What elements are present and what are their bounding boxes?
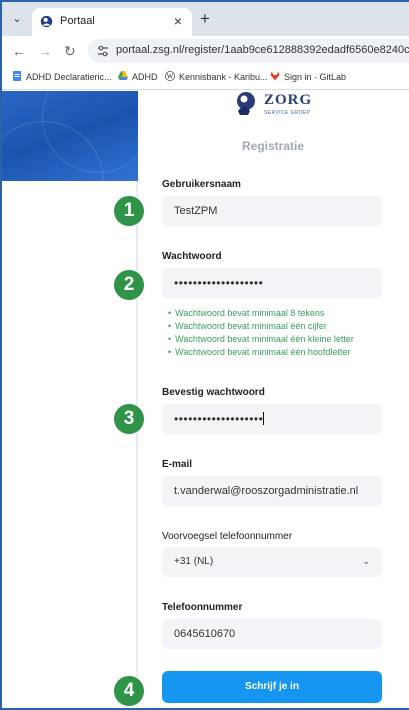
logo-subtitle: SERVICE GROEP (264, 110, 311, 116)
browser-tab[interactable]: Portaal × (32, 8, 192, 36)
phone-prefix-select[interactable]: +31 (NL) ⌄ (162, 547, 382, 577)
tab-search-chevron-icon[interactable]: ⌄ (8, 10, 26, 28)
browser-toolbar: ← → ↻ portaal.zsg.nl/register/1aab9ce612… (2, 36, 409, 66)
phone-input[interactable]: 0645610670 (162, 619, 382, 649)
register-button[interactable]: Schrijf je in (162, 671, 382, 703)
bookmark-adhd-declaratie[interactable]: ADHD Declaratieric... (12, 71, 112, 82)
step-badge-4: 4 (114, 676, 144, 706)
google-drive-icon (118, 71, 128, 80)
bookmark-gitlab[interactable]: Sign in · GitLab (270, 71, 346, 82)
password-rule: Wachtwoord bevat minimaal één kleine let… (168, 333, 354, 346)
panel-divider (136, 181, 138, 708)
address-bar[interactable]: portaal.zsg.nl/register/1aab9ce612888392… (88, 39, 409, 63)
document-icon (13, 71, 21, 81)
email-input[interactable]: t.vanderwal@rooszorgadministratie.nl (162, 476, 382, 506)
password-rule: Wachtwoord bevat minimaal 8 tekens (168, 307, 354, 320)
bookmark-label: ADHD (132, 72, 158, 82)
bookmarks-bar: ADHD Declaratieric... ADHD W Kennisbank -… (2, 66, 409, 90)
password-input[interactable]: ••••••••••••••••••• (162, 268, 382, 298)
password-rule: Wachtwoord bevat minimaal één cijfer (168, 320, 354, 333)
new-tab-button[interactable]: + (200, 10, 210, 28)
gitlab-icon (270, 71, 280, 81)
phone-label: Telefoonnummer (162, 602, 243, 613)
confirm-password-value: ••••••••••••••••••• (174, 412, 264, 426)
step-badge-3: 3 (114, 404, 144, 434)
confirm-password-input[interactable]: ••••••••••••••••••• (162, 404, 382, 434)
password-label: Wachtwoord (162, 251, 222, 262)
site-info-icon[interactable] (96, 44, 110, 58)
browser-window: ⌄ Portaal × + ← → ↻ portaal.zsg.nl/regis… (0, 0, 409, 710)
email-label: E-mail (162, 459, 193, 470)
bookmark-label: Sign in · GitLab (284, 72, 347, 82)
phone-prefix-label: Voorvoegsel telefoonnummer (162, 531, 293, 542)
page-title: Registratie (242, 139, 305, 153)
text-caret (263, 412, 265, 425)
reload-icon[interactable]: ↻ (64, 43, 76, 59)
url-text: portaal.zsg.nl/register/1aab9ce612888392… (116, 44, 409, 56)
wikipedia-icon: W (165, 71, 175, 81)
username-input[interactable]: TestZPM (162, 196, 382, 226)
tab-close-icon[interactable]: × (174, 13, 182, 29)
back-arrow-icon[interactable]: ← (12, 43, 26, 59)
password-rule: Wachtwoord bevat minimaal één hoofdlette… (168, 346, 354, 359)
tab-title: Portaal (60, 15, 95, 27)
username-label: Gebruikersnaam (162, 179, 241, 190)
registration-page: ZORG SERVICE GROEP Registratie Gebruiker… (2, 91, 409, 708)
zorg-logo-icon (237, 92, 255, 115)
confirm-password-label: Bevestig wachtwoord (162, 387, 265, 398)
portaal-favicon-icon (40, 15, 53, 28)
bookmark-label: ADHD Declaratieric... (26, 72, 112, 82)
hero-background (2, 91, 138, 181)
chevron-down-icon: ⌄ (362, 556, 370, 566)
forward-arrow-icon[interactable]: → (38, 43, 52, 59)
logo-name: ZORG (264, 92, 313, 108)
step-badge-2: 2 (114, 270, 144, 300)
bookmark-kennisbank[interactable]: W Kennisbank - Karibu... (165, 71, 268, 82)
password-rules: Wachtwoord bevat minimaal 8 tekens Wacht… (168, 307, 354, 359)
svg-text:W: W (167, 73, 174, 81)
bookmark-label: Kennisbank - Karibu... (179, 72, 268, 82)
phone-prefix-value: +31 (NL) (174, 556, 214, 567)
tab-strip: ⌄ Portaal × + (2, 2, 409, 36)
step-badge-1: 1 (114, 196, 144, 226)
bookmark-adhd[interactable]: ADHD (118, 71, 158, 82)
